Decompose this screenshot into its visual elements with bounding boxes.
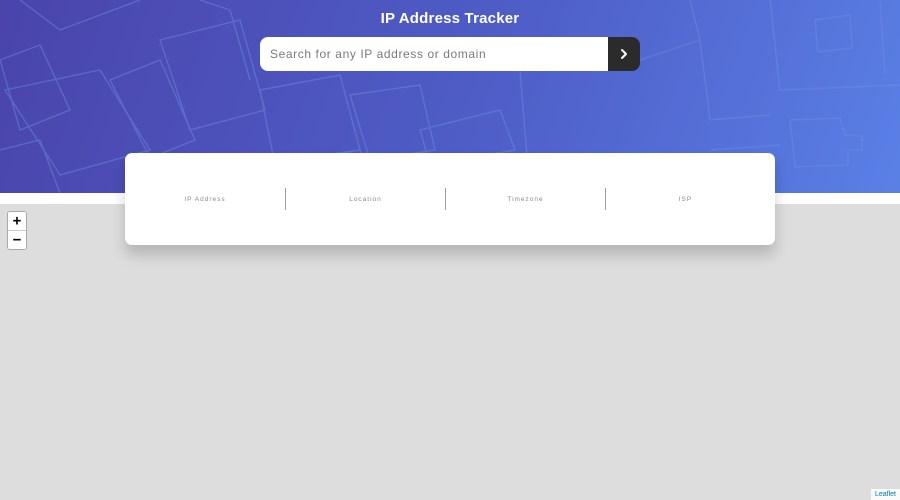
info-label: Timezone (507, 195, 544, 203)
info-label: IP Address (184, 195, 226, 203)
info-label: Location (349, 195, 382, 203)
ip-info-card: IP Address Location Timezone ISP (125, 153, 775, 245)
info-timezone: Timezone (445, 188, 605, 210)
map-attribution: Leaflet (870, 489, 900, 500)
search-form (260, 37, 640, 71)
map-zoom-control: + − (7, 211, 27, 250)
info-location: Location (285, 188, 445, 210)
zoom-in-button[interactable]: + (8, 212, 26, 231)
info-label: ISP (678, 195, 693, 203)
search-input[interactable] (260, 37, 608, 71)
leaflet-link[interactable]: Leaflet (875, 491, 896, 498)
zoom-out-button[interactable]: − (8, 231, 26, 249)
search-button[interactable] (608, 37, 640, 71)
page-title: IP Address Tracker (380, 10, 520, 27)
chevron-right-icon (621, 49, 627, 59)
info-ip-address: IP Address (125, 188, 285, 210)
info-isp: ISP (605, 188, 765, 210)
map[interactable] (0, 204, 900, 500)
